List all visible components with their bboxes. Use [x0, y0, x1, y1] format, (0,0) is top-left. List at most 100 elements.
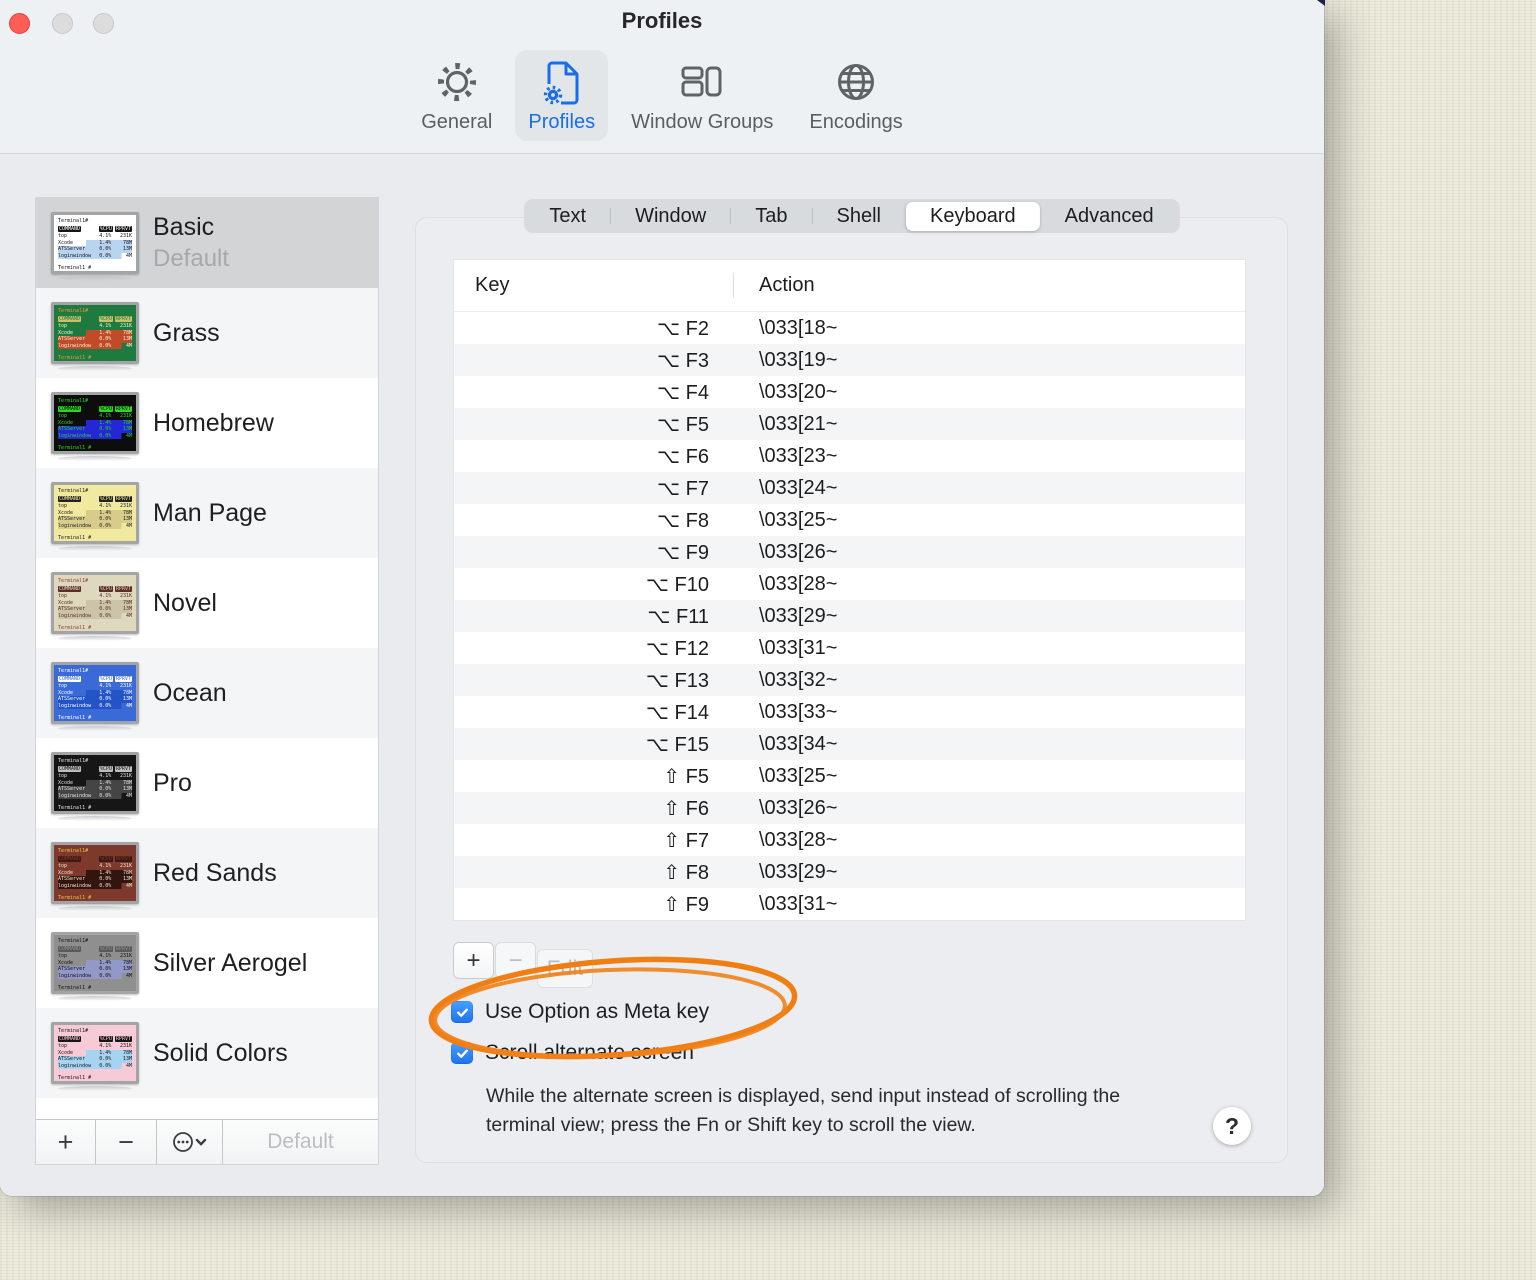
profile-actions-menu-button[interactable] [157, 1120, 223, 1164]
key-mapping-row[interactable]: ⌥ F4 \033[20~ [454, 376, 1245, 408]
toolbar-label: Profiles [528, 111, 596, 133]
checkbox-label: Use Option as Meta key [485, 1000, 710, 1023]
profile-name: Basic [153, 213, 215, 241]
globe-icon [832, 57, 880, 107]
toolbar-item-window-groups[interactable]: Window Groups [618, 50, 786, 141]
key-mapping-row[interactable]: ⌥ F3 \033[19~ [454, 344, 1245, 376]
profile-row-silver-aerogel[interactable]: Terminal1# COMMAND %CPU RPRVT top 4.1% 231K Xco… [36, 918, 378, 1008]
key-cell: ⌥ F10 [645, 573, 709, 596]
key-mapping-row[interactable]: ⌥ F14 \033[33~ [454, 696, 1245, 728]
column-divider[interactable] [733, 273, 734, 298]
action-cell: \033[33~ [759, 700, 838, 723]
profile-row-ocean[interactable]: Terminal1# COMMAND %CPU RPRVT top 4.1% 231K Xco… [36, 648, 378, 738]
profile-name: Solid Colors [153, 1038, 288, 1067]
key-mapping-row[interactable]: ⌥ F9 \033[26~ [454, 536, 1245, 568]
toolbar-item-general[interactable]: General [408, 50, 505, 141]
checkbox-row-use-option-as-meta-key: Use Option as Meta key [451, 1000, 709, 1024]
profile-name: Man Page [153, 498, 267, 527]
key-mapping-row[interactable]: ⌥ F7 \033[24~ [454, 472, 1245, 504]
key-mapping-row[interactable]: ⇧ F7 \033[28~ [454, 824, 1245, 856]
key-mapping-row[interactable]: ⇧ F9 \033[31~ [454, 888, 1245, 920]
profile-labels: Pro [153, 769, 192, 798]
action-cell: \033[31~ [759, 892, 838, 915]
profile-thumbnail: Terminal1# COMMAND %CPU RPRVT top 4.1% 231K Xco… [51, 212, 139, 281]
tab-shell[interactable]: Shell [813, 202, 905, 231]
profile-row-basic[interactable]: Terminal1# COMMAND %CPU RPRVT top 4.1% 231K Xco… [36, 198, 378, 288]
key-mapping-row[interactable]: ⌥ F2 \033[18~ [454, 312, 1245, 344]
checkbox-checked[interactable] [451, 1042, 473, 1064]
profile-row-pro[interactable]: Terminal1# COMMAND %CPU RPRVT top 4.1% 231K Xco… [36, 738, 378, 828]
key-mapping-row[interactable]: ⇧ F8 \033[29~ [454, 856, 1245, 888]
key-cell: ⇧ F6 [663, 797, 709, 820]
profile-thumbnail: Terminal1# COMMAND %CPU RPRVT top 4.1% 231K Xco… [51, 662, 139, 731]
window-groups-icon [678, 57, 726, 107]
key-mapping-row[interactable]: ⌥ F11 \033[29~ [454, 600, 1245, 632]
key-cell: ⌥ F15 [645, 733, 709, 756]
checkbox-label: Scroll alternate screen [485, 1041, 694, 1064]
key-mapping-row[interactable]: ⌥ F8 \033[25~ [454, 504, 1245, 536]
profile-thumbnail: Terminal1# COMMAND %CPU RPRVT top 4.1% 231K Xco… [51, 842, 139, 911]
key-cell: ⌥ F7 [657, 477, 709, 500]
action-cell: \033[19~ [759, 348, 838, 371]
add-key-mapping-button[interactable]: + [453, 942, 494, 979]
profile-row-novel[interactable]: Terminal1# COMMAND %CPU RPRVT top 4.1% 231K Xco… [36, 558, 378, 648]
remove-profile-button[interactable]: − [96, 1120, 157, 1164]
profile-row-man-page[interactable]: Terminal1# COMMAND %CPU RPRVT top 4.1% 231K Xco… [36, 468, 378, 558]
action-cell: \033[20~ [759, 380, 838, 403]
profile-thumbnail: Terminal1# COMMAND %CPU RPRVT top 4.1% 231K Xco… [51, 392, 139, 461]
checkbox-row-scroll-alternate-screen: Scroll alternate screen [451, 1041, 694, 1065]
profile-labels: Silver Aerogel [153, 949, 307, 978]
key-cell: ⌥ F3 [657, 349, 709, 372]
profile-name: Homebrew [153, 408, 274, 437]
profile-name: Silver Aerogel [153, 948, 308, 977]
help-button[interactable]: ? [1213, 1107, 1251, 1145]
profile-row-grass[interactable]: Terminal1# COMMAND %CPU RPRVT top 4.1% 231K Xco… [36, 288, 378, 378]
profile-row-red-sands[interactable]: Terminal1# COMMAND %CPU RPRVT top 4.1% 231K Xco… [36, 828, 378, 918]
tab-advanced[interactable]: Advanced [1041, 202, 1178, 231]
key-cell: ⌥ F11 [647, 605, 709, 628]
key-cell: ⌥ F4 [657, 381, 709, 404]
profile-row-solid-colors[interactable]: Terminal1# COMMAND %CPU RPRVT top 4.1% 231K Xco… [36, 1008, 378, 1098]
key-cell: ⇧ F7 [663, 829, 709, 852]
profile-thumbnail: Terminal1# COMMAND %CPU RPRVT top 4.1% 231K Xco… [51, 572, 139, 641]
titlebar: Profiles General Profiles Window Groups … [0, 0, 1324, 154]
key-cell: ⌥ F8 [657, 509, 709, 532]
profile-thumbnail: Terminal1# COMMAND %CPU RPRVT top 4.1% 231K Xco… [51, 932, 139, 1001]
tab-keyboard[interactable]: Keyboard [905, 201, 1040, 231]
profile-labels: Red Sands [153, 859, 277, 888]
profile-name: Novel [153, 588, 217, 617]
checkbox-checked[interactable] [451, 1001, 473, 1023]
toolbar-item-encodings[interactable]: Encodings [796, 50, 915, 141]
key-mapping-row[interactable]: ⌥ F12 \033[31~ [454, 632, 1245, 664]
column-header-key[interactable]: Key [454, 274, 733, 297]
key-mapping-row[interactable]: ⌥ F10 \033[28~ [454, 568, 1245, 600]
tab-window[interactable]: Window [611, 202, 730, 231]
edit-key-mapping-button[interactable]: Edit [537, 949, 593, 988]
profile-labels: Homebrew [153, 409, 274, 438]
key-mapping-row[interactable]: ⌥ F6 \033[23~ [454, 440, 1245, 472]
profile-name: Ocean [153, 678, 227, 707]
column-header-action[interactable]: Action [733, 274, 815, 297]
key-mapping-row[interactable]: ⌥ F5 \033[21~ [454, 408, 1245, 440]
toolbar-item-profiles[interactable]: Profiles [515, 50, 609, 141]
key-mapping-row[interactable]: ⇧ F6 \033[26~ [454, 792, 1245, 824]
profile-thumbnail: Terminal1# COMMAND %CPU RPRVT top 4.1% 231K Xco… [51, 1022, 139, 1091]
key-cell: ⌥ F13 [645, 669, 709, 692]
add-profile-button[interactable]: + [36, 1120, 96, 1164]
profile-labels: Man Page [153, 499, 267, 528]
profile-row-homebrew[interactable]: Terminal1# COMMAND %CPU RPRVT top 4.1% 231K Xco… [36, 378, 378, 468]
key-mapping-row[interactable]: ⌥ F15 \033[34~ [454, 728, 1245, 760]
toolbar-label: Window Groups [631, 111, 774, 133]
profile-labels: Grass [153, 319, 220, 348]
profile-settings-panel: Text Window Tab Shell Keyboard Advanced Key A… [415, 199, 1288, 1163]
tab-text[interactable]: Text [525, 202, 610, 231]
key-mapping-row[interactable]: ⇧ F5 \033[25~ [454, 760, 1245, 792]
preferences-toolbar: General Profiles Window Groups Encodings [0, 50, 1324, 141]
default-button[interactable]: Default [223, 1120, 378, 1164]
action-cell: \033[29~ [759, 604, 838, 627]
profile-labels: Solid Colors [153, 1039, 288, 1068]
remove-key-mapping-button[interactable]: − [495, 942, 536, 979]
key-mapping-row[interactable]: ⌥ F13 \033[32~ [454, 664, 1245, 696]
tab-tab[interactable]: Tab [731, 202, 811, 231]
profile-name: Pro [153, 768, 192, 797]
